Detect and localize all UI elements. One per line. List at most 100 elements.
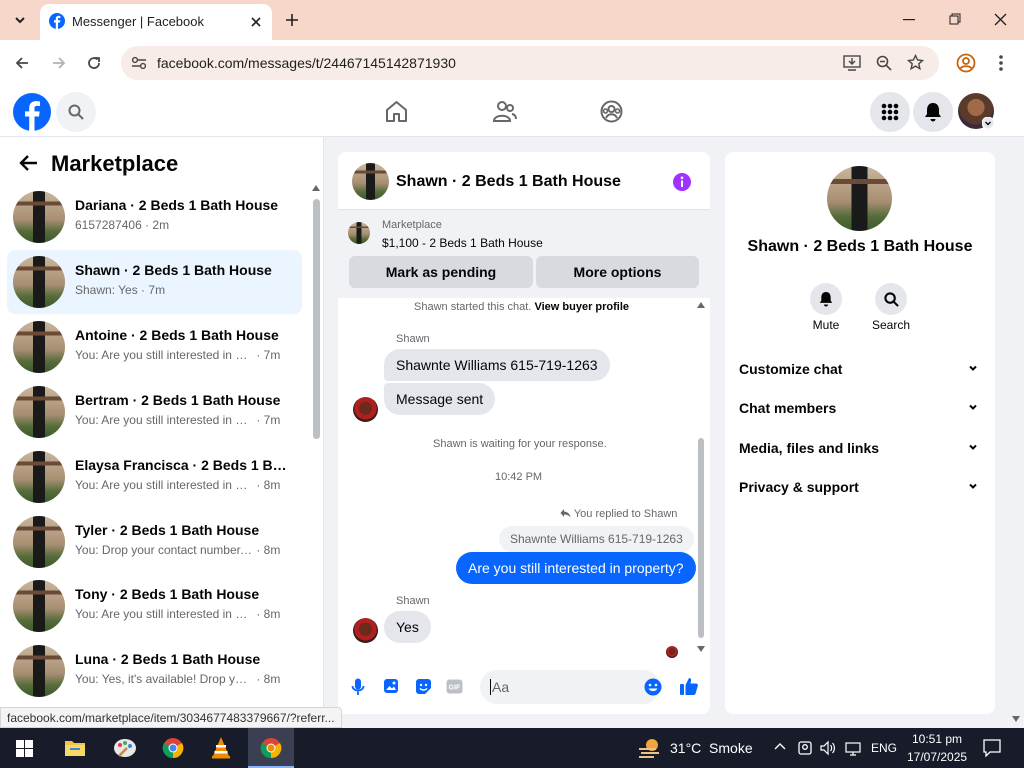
windows-start-icon[interactable] xyxy=(16,740,33,757)
info-section-row[interactable]: Media, files and links xyxy=(739,440,979,464)
info-thumbnail[interactable] xyxy=(827,166,892,231)
address-bar[interactable]: facebook.com/messages/t/2446714514287193… xyxy=(121,46,939,80)
search-icon xyxy=(883,291,899,307)
active-chrome-taskbar-button[interactable] xyxy=(248,728,294,768)
conversation-name: Tyler · 2 Beds 1 Bath House xyxy=(75,522,260,538)
tab-search-icon[interactable] xyxy=(6,6,34,34)
more-options-button[interactable]: More options xyxy=(536,256,699,288)
facebook-logo-icon[interactable] xyxy=(13,93,51,131)
chat-scroll-up-icon[interactable] xyxy=(697,302,705,308)
my-message-bubble[interactable]: Are you still interested in property? xyxy=(456,552,696,584)
conversation-separator: · xyxy=(253,413,264,427)
chat-header-thumbnail[interactable] xyxy=(352,163,389,200)
file-explorer-icon[interactable] xyxy=(64,738,86,758)
info-section-row[interactable]: Chat members xyxy=(739,400,979,424)
conversation-separator: · xyxy=(253,348,264,362)
view-buyer-profile-link[interactable]: View buyer profile xyxy=(534,301,629,313)
chat-title[interactable]: Shawn · 2 Beds 1 Bath House xyxy=(396,173,621,191)
mark-as-pending-button[interactable]: Mark as pending xyxy=(349,256,533,288)
forward-icon[interactable] xyxy=(51,55,67,71)
install-app-icon[interactable] xyxy=(843,55,861,71)
conversation-time: 8m xyxy=(263,543,281,557)
sender-avatar[interactable] xyxy=(353,618,378,643)
info-icon[interactable] xyxy=(672,172,692,192)
sender-avatar[interactable] xyxy=(353,397,378,422)
conversation-item[interactable]: Tyler · 2 Beds 1 Bath House You: Drop you… xyxy=(7,510,302,574)
facebook-search-button[interactable] xyxy=(56,92,96,132)
chat-panel: Shawn · 2 Beds 1 Bath House Marketplace … xyxy=(338,152,710,714)
conversation-preview: You: Drop your contact number, a... · 8m xyxy=(75,543,280,557)
listing-thumbnail[interactable] xyxy=(348,222,370,244)
conversation-preview: You: Are you still interested in pro... … xyxy=(75,348,280,362)
home-icon[interactable] xyxy=(385,100,408,123)
reply-icon xyxy=(560,509,571,518)
quoted-message[interactable]: Shawnte Williams 615-719-1263 xyxy=(499,526,694,552)
info-section-row[interactable]: Customize chat xyxy=(739,361,979,385)
account-avatar[interactable] xyxy=(958,93,994,129)
notifications-button[interactable] xyxy=(913,92,953,132)
clock-time[interactable]: 10:51 pm xyxy=(912,732,962,746)
conversation-item[interactable]: Elaysa Francisca · 2 Beds 1 Bath ... You:… xyxy=(7,445,302,509)
meet-icon[interactable] xyxy=(797,740,813,756)
groups-icon[interactable] xyxy=(600,100,623,123)
gif-icon[interactable]: GIF xyxy=(446,679,463,694)
conversation-item[interactable]: Luna · 2 Beds 1 Bath House You: Yes, it's… xyxy=(7,639,302,703)
mute-button[interactable] xyxy=(810,283,842,315)
paint-app-icon[interactable] xyxy=(113,737,137,759)
bookmark-star-icon[interactable] xyxy=(907,54,924,71)
page-scroll-down-icon[interactable] xyxy=(1012,716,1020,722)
friends-icon[interactable] xyxy=(493,100,517,123)
message-bubble[interactable]: Yes xyxy=(384,611,431,643)
restore-icon[interactable] xyxy=(949,13,961,25)
new-tab-icon[interactable] xyxy=(285,13,299,27)
profile-icon[interactable] xyxy=(956,53,976,73)
vlc-icon[interactable] xyxy=(211,736,231,759)
reload-icon[interactable] xyxy=(86,55,102,71)
conversation-item[interactable]: Antoine · 2 Beds 1 Bath House You: Are yo… xyxy=(7,315,302,379)
chrome-icon[interactable] xyxy=(162,737,184,759)
microphone-icon[interactable] xyxy=(351,678,365,696)
sidebar-scroll-up-icon[interactable] xyxy=(312,185,320,191)
message-bubble[interactable]: Message sent xyxy=(384,383,496,415)
conversation-item[interactable]: Dariana · 2 Beds 1 Bath House 6157287406 … xyxy=(7,185,302,249)
conversation-time: 8m xyxy=(263,607,281,621)
sidebar-scrollbar[interactable] xyxy=(313,199,320,439)
like-thumb-icon[interactable] xyxy=(679,676,699,696)
browser-tab[interactable]: Messenger | Facebook xyxy=(40,4,272,40)
language-indicator[interactable]: ENG xyxy=(871,741,897,755)
back-arrow-icon[interactable] xyxy=(18,154,38,172)
conversation-preview-text: You: Are you still interested in pro... xyxy=(75,478,253,492)
smoke-weather-icon[interactable] xyxy=(638,737,662,759)
chat-scroll-down-icon[interactable] xyxy=(697,646,705,652)
minimize-icon[interactable] xyxy=(903,19,915,21)
emoji-icon[interactable] xyxy=(644,678,662,696)
menu-button[interactable] xyxy=(870,92,910,132)
mute-label: Mute xyxy=(812,318,840,332)
message-input[interactable]: Aa xyxy=(480,670,662,704)
close-tab-icon[interactable] xyxy=(250,16,262,28)
info-section-row[interactable]: Privacy & support xyxy=(739,479,979,503)
site-info-icon[interactable] xyxy=(131,56,147,70)
conversation-name: Dariana · 2 Beds 1 Bath House xyxy=(75,197,279,213)
weather-text[interactable]: 31°C Smoke xyxy=(670,740,753,756)
volume-icon[interactable] xyxy=(820,740,836,756)
network-icon[interactable] xyxy=(845,740,861,756)
show-hidden-icons-icon[interactable] xyxy=(774,742,786,750)
listing-title[interactable]: $1,100 - 2 Beds 1 Bath House xyxy=(382,236,543,250)
conversation-time: 2m xyxy=(152,218,170,232)
search-in-chat-button[interactable] xyxy=(875,283,907,315)
listing-label: Marketplace xyxy=(382,219,442,231)
chat-scrollbar[interactable] xyxy=(698,438,704,638)
photo-icon[interactable] xyxy=(383,678,399,694)
clock-date[interactable]: 17/07/2025 xyxy=(907,750,967,764)
back-icon[interactable] xyxy=(14,55,30,71)
zoom-icon[interactable] xyxy=(876,55,892,71)
conversation-item[interactable]: Shawn · 2 Beds 1 Bath House Shawn: Yes · … xyxy=(7,250,302,314)
close-window-icon[interactable] xyxy=(994,13,1007,26)
menu-dots-icon[interactable] xyxy=(998,54,1004,72)
notification-center-icon[interactable] xyxy=(983,739,1001,757)
conversation-item[interactable]: Tony · 2 Beds 1 Bath House You: Are you s… xyxy=(7,574,302,638)
message-bubble[interactable]: Shawnte Williams 615-719-1263 xyxy=(384,349,610,381)
sticker-icon[interactable] xyxy=(415,678,432,695)
conversation-item[interactable]: Bertram · 2 Beds 1 Bath House You: Are yo… xyxy=(7,380,302,444)
